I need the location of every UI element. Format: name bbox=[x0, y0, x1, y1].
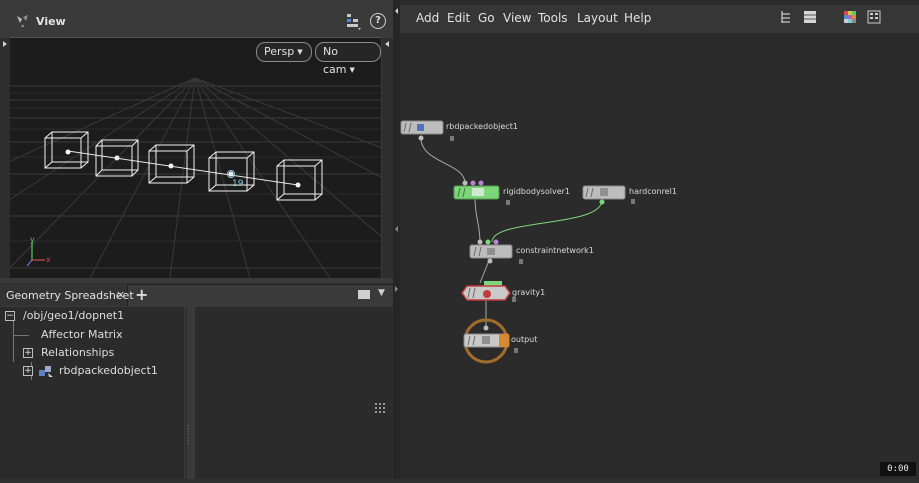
no-cam-menu-button[interactable]: No cam ▼ bbox=[315, 42, 381, 76]
pane-menu-chevron-icon[interactable]: ▼ bbox=[378, 288, 385, 298]
node-label-gravity: gravity1 bbox=[512, 288, 546, 297]
camera-menu-label: Persp bbox=[264, 45, 295, 58]
shape-palette-icon[interactable] bbox=[867, 10, 881, 24]
dop-tree-panel: − /obj/geo1/dopnet1 Affector Matrix + Re… bbox=[0, 307, 184, 479]
grip-icon[interactable] bbox=[375, 403, 385, 415]
node-label-output: output bbox=[511, 335, 538, 344]
tree-item-rbdpackedobject[interactable]: + rbdpackedobject1 bbox=[0, 362, 184, 380]
tree-item-label: rbdpackedobject1 bbox=[59, 364, 158, 377]
color-palette-icon[interactable] bbox=[843, 10, 857, 24]
node-label-constraintnetwork: constraintnetwork1 bbox=[516, 246, 594, 255]
tab-geometry-spreadsheet-label: Geometry Spreadsheet bbox=[6, 289, 134, 302]
rbd-object-icon bbox=[39, 366, 53, 377]
node-label-hardconrel: hardconrel1 bbox=[629, 187, 677, 196]
chevron-down-icon: ▼ bbox=[349, 66, 355, 74]
list-view-icon[interactable] bbox=[803, 10, 817, 24]
menu-view[interactable]: View bbox=[503, 11, 531, 25]
camera-menu-button[interactable]: Persp ▼ bbox=[256, 42, 312, 62]
menu-help[interactable]: Help bbox=[624, 11, 651, 25]
expand-icon[interactable]: + bbox=[23, 348, 33, 358]
menu-edit[interactable]: Edit bbox=[447, 11, 470, 25]
viewport-right-toolbar bbox=[382, 38, 393, 278]
wire-solver-to-constraint bbox=[474, 197, 481, 244]
tree-item-label: Relationships bbox=[41, 346, 115, 359]
tree-item-affector-matrix[interactable]: Affector Matrix bbox=[0, 326, 184, 344]
node-gravity[interactable] bbox=[461, 281, 516, 302]
collapse-icon[interactable]: − bbox=[5, 311, 15, 321]
time-readout: 0:00 bbox=[880, 462, 916, 476]
node-output[interactable] bbox=[463, 318, 518, 364]
menu-layout[interactable]: Layout bbox=[577, 11, 618, 25]
frame-label: 19 bbox=[232, 179, 244, 189]
spreadsheet-data-area bbox=[195, 307, 392, 479]
pane-layout-icon[interactable] bbox=[358, 290, 370, 299]
tree-view-icon[interactable] bbox=[779, 10, 793, 24]
node-label-rbdpackedobject: rbdpackedobject1 bbox=[446, 122, 518, 131]
chevron-down-icon: ▼ bbox=[297, 48, 303, 56]
wire-rbd-to-solver bbox=[420, 137, 466, 184]
node-rigidbodysolver[interactable] bbox=[453, 180, 510, 206]
axis-x-label: x bbox=[46, 255, 51, 264]
tree-item-relationships[interactable]: + Relationships bbox=[0, 344, 184, 362]
close-tab-icon[interactable]: × bbox=[116, 288, 125, 301]
tree-item-label: Affector Matrix bbox=[41, 328, 123, 341]
menu-go[interactable]: Go bbox=[478, 11, 495, 25]
node-hardconrel[interactable] bbox=[582, 185, 635, 205]
3d-viewport[interactable]: 19 y x Persp ▼ No cam ▼ bbox=[10, 37, 381, 278]
pane-divider[interactable] bbox=[393, 0, 400, 479]
help-icon[interactable]: ? bbox=[370, 13, 386, 29]
view-pane-menu-icon[interactable] bbox=[14, 12, 32, 30]
viewport-left-toolbar bbox=[0, 38, 10, 278]
node-graph bbox=[400, 120, 635, 364]
expand-icon[interactable]: + bbox=[23, 366, 33, 376]
add-tab-button[interactable]: + bbox=[135, 285, 148, 304]
tree-item-label: /obj/geo1/dopnet1 bbox=[23, 309, 125, 322]
display-options-icon[interactable] bbox=[344, 12, 362, 30]
axis-y-label: y bbox=[30, 235, 35, 244]
tree-item-dopnet[interactable]: − /obj/geo1/dopnet1 bbox=[0, 307, 184, 325]
network-canvas[interactable]: rbdpackedobject1 rigidbodysolver1 hardco… bbox=[400, 33, 919, 479]
packed-box-5 bbox=[276, 159, 323, 201]
view-pane-title: View bbox=[36, 15, 66, 28]
menu-tools[interactable]: Tools bbox=[538, 11, 568, 25]
wire-hardconrel-to-constraint bbox=[491, 199, 603, 243]
node-label-rigidbodysolver: rigidbodysolver1 bbox=[503, 187, 570, 196]
spreadsheet-splitter[interactable] bbox=[184, 307, 195, 479]
no-cam-menu-label: No cam bbox=[323, 45, 347, 76]
menu-add[interactable]: Add bbox=[416, 11, 439, 25]
